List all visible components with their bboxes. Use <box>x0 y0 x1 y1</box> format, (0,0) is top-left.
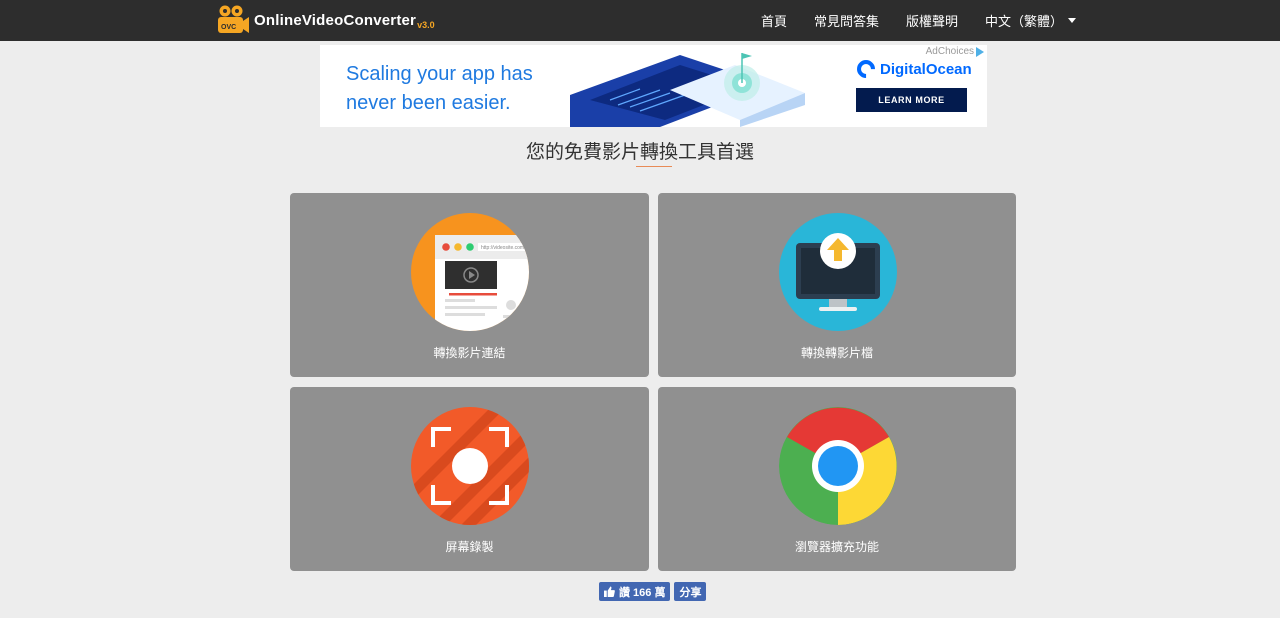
page-title: 您的免費影片轉換工具首選 <box>525 142 754 163</box>
screen-record-card[interactable]: 屏幕錄製 <box>290 387 649 571</box>
language-label: 中文（繁體） <box>984 14 1063 29</box>
ad-headline-line2: never been easier. <box>346 92 511 114</box>
monitor-upload-icon <box>779 213 897 331</box>
logo-text: OnlineVideoConverter <box>254 12 416 29</box>
svg-text:http://videosite.com: http://videosite.com <box>481 245 524 251</box>
adchoices-label: AdChoices <box>925 46 974 57</box>
facebook-like-button[interactable]: 讚 166 萬 <box>599 582 671 601</box>
nav-faq-label: 常見問答集 <box>813 14 879 29</box>
facebook-share-button[interactable]: 分享 <box>674 582 707 601</box>
screen-record-icon <box>411 407 529 525</box>
share-label: 分享 <box>679 586 702 599</box>
nav-home-label: 首頁 <box>760 14 787 29</box>
browser-extension-card[interactable]: 瀏覽器擴充功能 <box>658 387 1016 571</box>
thumbs-up-icon <box>604 586 615 597</box>
top-navbar: OVC OnlineVideoConverter v3.0 首頁 常見問答集 版… <box>0 0 1280 41</box>
ad-headline: Scaling your app has never been easier. <box>346 60 533 118</box>
adchoices-link[interactable]: AdChoices <box>926 46 984 57</box>
ad-banner[interactable]: Scaling your app has never been easier. … <box>320 45 987 127</box>
nav-copyright-label: 版權聲明 <box>905 14 958 29</box>
card-label: 轉換影片連結 <box>433 346 506 360</box>
like-count: 讚 166 萬 <box>619 586 666 599</box>
chrome-icon <box>779 407 897 525</box>
main-nav: 首頁 常見問答集 版權聲明 中文（繁體） <box>734 0 1076 41</box>
logo-wordmark: OnlineVideoConverter <box>254 11 417 29</box>
card-label: 屏幕錄製 <box>445 540 494 554</box>
convert-video-link-card[interactable]: http://videosite.com 轉換影片連結 <box>290 193 649 377</box>
social-buttons: 讚 166 萬 分享 <box>599 582 707 601</box>
adchoices-icon <box>976 46 984 57</box>
ad-headline-line1: Scaling your app has <box>346 63 533 85</box>
card-label: 瀏覽器擴充功能 <box>794 540 879 554</box>
convert-video-file-card[interactable]: 轉換轉影片檔 <box>658 193 1016 377</box>
chevron-down-icon <box>1068 18 1076 23</box>
ad-brand: DigitalOcean <box>853 56 972 82</box>
card-label: 轉換轉影片檔 <box>800 346 873 360</box>
title-underline <box>636 166 672 167</box>
ad-brand-name: DigitalOcean <box>880 60 972 78</box>
logo-badge: OVC <box>221 24 236 31</box>
browser-video-icon: http://videosite.com <box>411 213 529 331</box>
ad-illustration <box>570 53 805 127</box>
site-logo[interactable]: OVC OnlineVideoConverter v3.0 <box>216 4 435 36</box>
video-camera-logo-icon: OVC <box>218 5 249 33</box>
digitalocean-logo-icon <box>853 56 879 82</box>
nav-faq[interactable]: 常見問答集 <box>814 11 879 30</box>
nav-home[interactable]: 首頁 <box>761 11 787 30</box>
nav-copyright[interactable]: 版權聲明 <box>906 11 958 30</box>
ad-learn-more-button[interactable]: LEARN MORE <box>856 88 967 112</box>
language-dropdown[interactable]: 中文（繁體） <box>985 11 1076 30</box>
logo-version: v3.0 <box>417 20 435 30</box>
